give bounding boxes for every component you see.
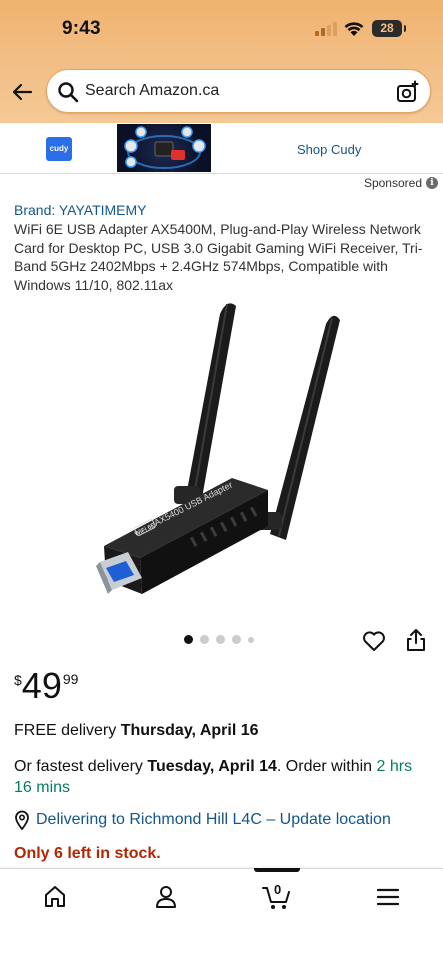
stock-status: Only 6 left in stock. bbox=[14, 845, 161, 862]
carousel-dot[interactable] bbox=[232, 635, 241, 644]
banner-product-image[interactable] bbox=[117, 124, 211, 172]
cart-count[interactable]: 0 bbox=[274, 882, 281, 897]
price-currency: $ bbox=[14, 672, 22, 688]
fastest-prefix: Or fastest delivery bbox=[14, 758, 148, 775]
info-icon[interactable]: i bbox=[426, 177, 438, 189]
search-bar[interactable] bbox=[46, 69, 431, 113]
share-icon[interactable] bbox=[405, 628, 427, 652]
wifi-icon bbox=[344, 22, 364, 36]
price: $ 49 99 bbox=[14, 666, 78, 706]
brand-link[interactable]: Brand: YAYATIMEMY bbox=[14, 202, 147, 218]
menu-icon[interactable] bbox=[373, 882, 403, 912]
delivery-location[interactable]: Delivering to Richmond Hill L4C – Update… bbox=[14, 810, 391, 830]
free-delivery-prefix: FREE delivery bbox=[14, 722, 121, 739]
price-fraction: 99 bbox=[62, 671, 79, 687]
active-tab-indicator bbox=[254, 868, 300, 872]
location-pin-icon bbox=[15, 810, 29, 830]
status-time: 9:43 bbox=[62, 18, 101, 39]
camera-search-icon[interactable] bbox=[396, 80, 420, 104]
account-icon[interactable] bbox=[151, 882, 181, 912]
fastest-date: Tuesday, April 14 bbox=[147, 758, 277, 775]
free-delivery: FREE delivery Thursday, April 16 bbox=[14, 722, 259, 740]
sponsored-text: Sponsored bbox=[363, 176, 422, 190]
free-delivery-date: Thursday, April 16 bbox=[120, 722, 259, 739]
shop-cudy-link[interactable]: Shop Cudy bbox=[297, 142, 361, 157]
search-input[interactable] bbox=[85, 82, 385, 100]
cudy-logo[interactable]: cudy bbox=[46, 137, 72, 161]
fastest-delivery: Or fastest delivery Tuesday, April 14. O… bbox=[14, 756, 429, 798]
cellular-signal-icon bbox=[315, 22, 337, 36]
carousel-dot[interactable] bbox=[248, 636, 254, 643]
location-text[interactable]: Delivering to Richmond Hill L4C – Update… bbox=[36, 811, 391, 829]
price-whole: 49 bbox=[21, 665, 62, 706]
product-title: WiFi 6E USB Adapter AX5400M, Plug-and-Pl… bbox=[14, 221, 423, 293]
image-carousel-dots[interactable] bbox=[184, 635, 254, 644]
sponsored-label[interactable]: Sponsored i bbox=[364, 176, 438, 190]
back-arrow-icon[interactable] bbox=[10, 80, 34, 104]
carousel-dot[interactable] bbox=[184, 635, 193, 644]
order-within: . Order within bbox=[276, 758, 377, 775]
heart-icon[interactable] bbox=[362, 629, 386, 653]
carousel-dot[interactable] bbox=[216, 635, 225, 644]
battery-icon: 28 bbox=[372, 20, 406, 37]
product-image[interactable]: AX5400 USB Adapter WiFi 6E bbox=[90, 290, 370, 610]
search-icon bbox=[58, 82, 79, 103]
app-header: 9:43 28 bbox=[0, 0, 443, 123]
home-icon[interactable] bbox=[40, 882, 70, 912]
carousel-dot[interactable] bbox=[200, 635, 209, 644]
